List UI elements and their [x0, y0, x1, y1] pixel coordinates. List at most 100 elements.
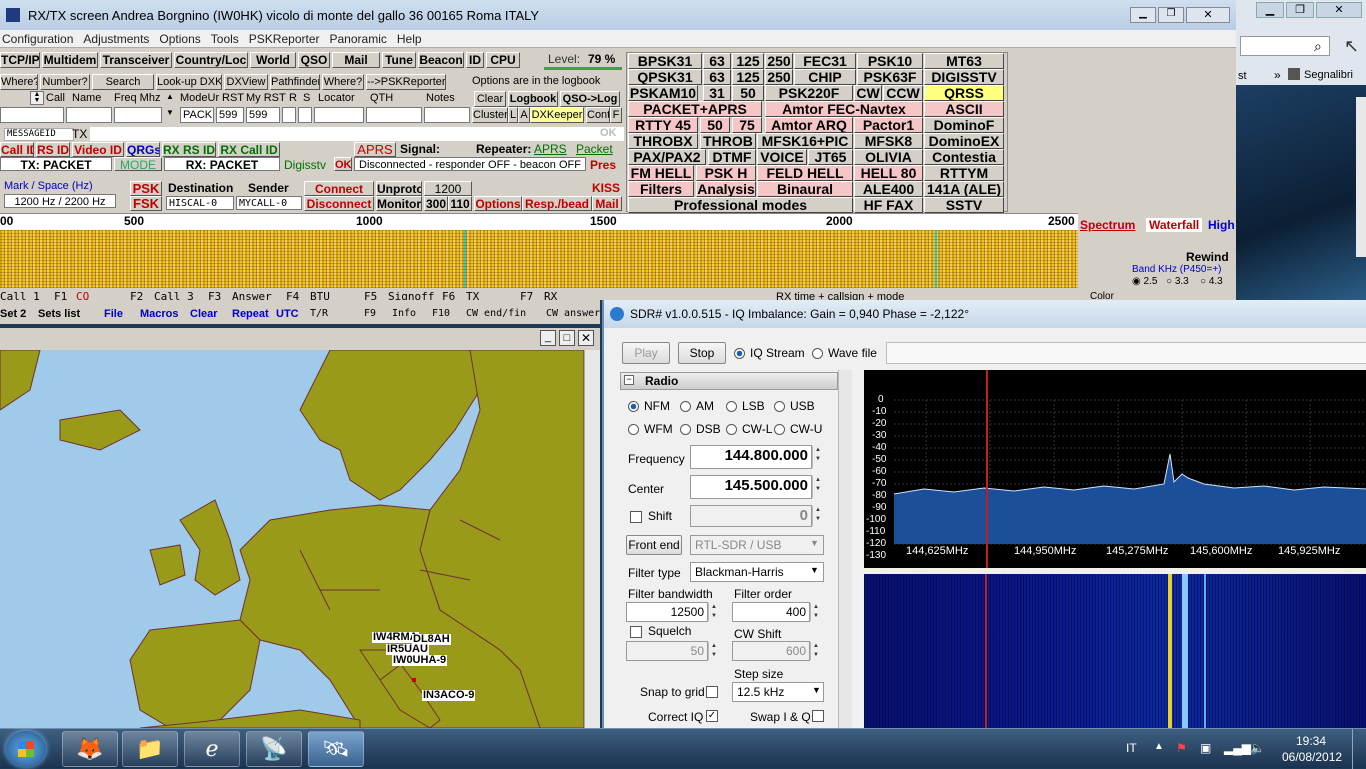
- logbook-button[interactable]: Logbook: [508, 91, 558, 107]
- search-button[interactable]: Search: [92, 74, 154, 90]
- rx-rs-id-button[interactable]: RX RS ID: [162, 142, 216, 157]
- signal-icon[interactable]: ▂▄▆: [1224, 741, 1251, 755]
- mode-cwl-radio[interactable]: CW-L: [726, 422, 772, 436]
- tray-expand-icon[interactable]: ▲: [1154, 741, 1164, 752]
- multidem-button[interactable]: Multidem: [42, 52, 98, 68]
- where-button[interactable]: Where?: [0, 74, 38, 90]
- mode-cw[interactable]: CW: [854, 85, 882, 101]
- mode-chip[interactable]: CHIP: [794, 69, 856, 85]
- where2-button[interactable]: Where?: [322, 74, 364, 90]
- fkey-f6[interactable]: F6: [442, 291, 455, 300]
- radio-panel-header[interactable]: Radio: [620, 372, 838, 390]
- lookup-dxk-button[interactable]: Look-up DXK: [156, 74, 222, 90]
- fkey-call1[interactable]: Call 1: [0, 291, 40, 300]
- fkey-tx[interactable]: TX: [466, 291, 479, 300]
- dxview-button[interactable]: DXView: [224, 74, 268, 90]
- kiss-button[interactable]: KISS: [592, 181, 620, 195]
- sets-list-button[interactable]: Sets list: [38, 308, 80, 320]
- call-field[interactable]: [0, 107, 64, 123]
- tune-button[interactable]: Tune: [382, 52, 416, 68]
- packet-link[interactable]: Packet: [576, 142, 613, 156]
- rewind-button[interactable]: Rewind: [1186, 250, 1229, 264]
- fkey-cw-end[interactable]: CW end/fin: [466, 308, 526, 319]
- cw-shift-input[interactable]: 600: [732, 641, 810, 661]
- cpu-button[interactable]: CPU: [486, 52, 520, 68]
- mode-amtor-arq[interactable]: Amtor ARQ: [765, 117, 853, 133]
- filters-button[interactable]: Filters: [628, 181, 694, 197]
- chevron-down-icon[interactable]: ▼: [812, 685, 821, 695]
- shift-input[interactable]: 0: [690, 505, 812, 527]
- mode-dsb-radio[interactable]: DSB: [680, 422, 721, 436]
- sdr-waterfall[interactable]: [864, 574, 1366, 728]
- mode-packet-aprs[interactable]: PACKET+APRS: [628, 101, 762, 117]
- collapse-icon[interactable]: −: [624, 375, 634, 385]
- mark-space-value[interactable]: 1200 Hz / 2200 Hz: [4, 194, 116, 208]
- waterfall-tab[interactable]: Waterfall: [1146, 218, 1203, 232]
- mode-fec31[interactable]: FEC31: [794, 53, 856, 69]
- mode-mfsk16-pic[interactable]: MFSK16+PIC: [757, 133, 853, 149]
- name-field[interactable]: [66, 107, 112, 123]
- maximize-icon[interactable]: □: [559, 330, 575, 346]
- pskreporter-button[interactable]: -->PSKReporter: [366, 74, 446, 90]
- mode-digisstv[interactable]: DIGISSTV: [924, 69, 1004, 85]
- fkey-cq[interactable]: CQ: [76, 291, 89, 300]
- mode-rttym[interactable]: RTTYM: [924, 165, 1004, 181]
- mode-psk220f[interactable]: PSK220F: [765, 85, 853, 101]
- mode-nfm-radio[interactable]: NFM: [628, 399, 670, 413]
- fkey-rx[interactable]: RX: [544, 291, 557, 300]
- aprs-button[interactable]: APRS: [354, 142, 396, 157]
- mode-qpsk125[interactable]: 125: [732, 69, 764, 85]
- frequency-spinner[interactable]: ▲ ▼: [812, 446, 823, 468]
- psk-button[interactable]: PSK: [130, 181, 162, 196]
- sender-field[interactable]: MYCALL-0: [236, 196, 302, 210]
- minimize-icon[interactable]: ▁: [1256, 2, 1284, 18]
- internet-explorer-icon[interactable]: ℯ: [184, 731, 240, 767]
- mode-fm-hell[interactable]: FM HELL: [628, 165, 694, 181]
- menu-panoramic[interactable]: Panoramic: [328, 32, 395, 46]
- mixw-taskbar-icon[interactable]: 🛰: [308, 731, 364, 767]
- clear-log-button[interactable]: Clear: [474, 91, 506, 107]
- mode-sstv[interactable]: SSTV: [924, 197, 1004, 213]
- mode-feld-hell[interactable]: FELD HELL: [757, 165, 853, 181]
- filter-bandwidth-input[interactable]: 12500: [626, 602, 708, 622]
- mode-jt65[interactable]: JT65: [808, 149, 853, 165]
- mode-olivia[interactable]: OLIVIA: [854, 149, 923, 165]
- resp-bead-button[interactable]: Resp./bead: [522, 196, 592, 211]
- search-icon[interactable]: ⌕: [1314, 38, 1322, 55]
- pathfinder-button[interactable]: Pathfinder: [270, 74, 320, 90]
- band-2-5[interactable]: ◉ 2.5: [1132, 276, 1157, 287]
- mode-qpsk250[interactable]: 250: [765, 69, 793, 85]
- transceiver-button[interactable]: Transceiver: [100, 52, 172, 68]
- fkey-f7[interactable]: F7: [520, 291, 533, 300]
- fkey-f3[interactable]: F3: [208, 291, 221, 300]
- mode-usb-radio[interactable]: USB: [774, 399, 815, 413]
- f-button[interactable]: F: [610, 107, 622, 123]
- beacon-button[interactable]: Beacon: [418, 52, 464, 68]
- ok-button[interactable]: OK: [334, 157, 352, 171]
- stop-button[interactable]: Stop: [678, 342, 726, 364]
- band-4-3[interactable]: ○ 4.3: [1200, 276, 1223, 287]
- maximize-icon[interactable]: ❐: [1158, 7, 1184, 23]
- mode-dominof[interactable]: DominoF: [924, 117, 1004, 133]
- video-id-button[interactable]: Video ID: [72, 142, 124, 157]
- r-field[interactable]: [282, 107, 296, 123]
- mode-pax[interactable]: PAX/PAX2: [628, 149, 706, 165]
- notes-field[interactable]: [424, 107, 470, 123]
- squelch-checkbox[interactable]: [630, 626, 642, 638]
- action-center-icon[interactable]: ▣: [1200, 741, 1211, 755]
- mode-ascii[interactable]: ASCII: [924, 101, 1004, 117]
- order-spinner[interactable]: ▲ ▼: [810, 603, 821, 621]
- mode-dtmf[interactable]: DTMF: [708, 149, 756, 165]
- chevron-down-icon[interactable]: ▼: [810, 565, 819, 575]
- digisstv-link[interactable]: Digisstv: [284, 158, 326, 172]
- mode-am-radio[interactable]: AM: [680, 399, 714, 413]
- fkey-tr[interactable]: T/R: [310, 308, 328, 319]
- baud-110-button[interactable]: 110: [448, 196, 472, 211]
- mode-mt63[interactable]: MT63: [924, 53, 1004, 69]
- utc-button[interactable]: UTC: [276, 308, 299, 320]
- mode-hell80[interactable]: HELL 80: [854, 165, 923, 181]
- analysis-button[interactable]: Analysis: [696, 181, 756, 197]
- fkey-f10[interactable]: F10: [432, 308, 450, 319]
- l-button[interactable]: L: [508, 107, 518, 123]
- front-end-button[interactable]: Front end: [626, 535, 682, 555]
